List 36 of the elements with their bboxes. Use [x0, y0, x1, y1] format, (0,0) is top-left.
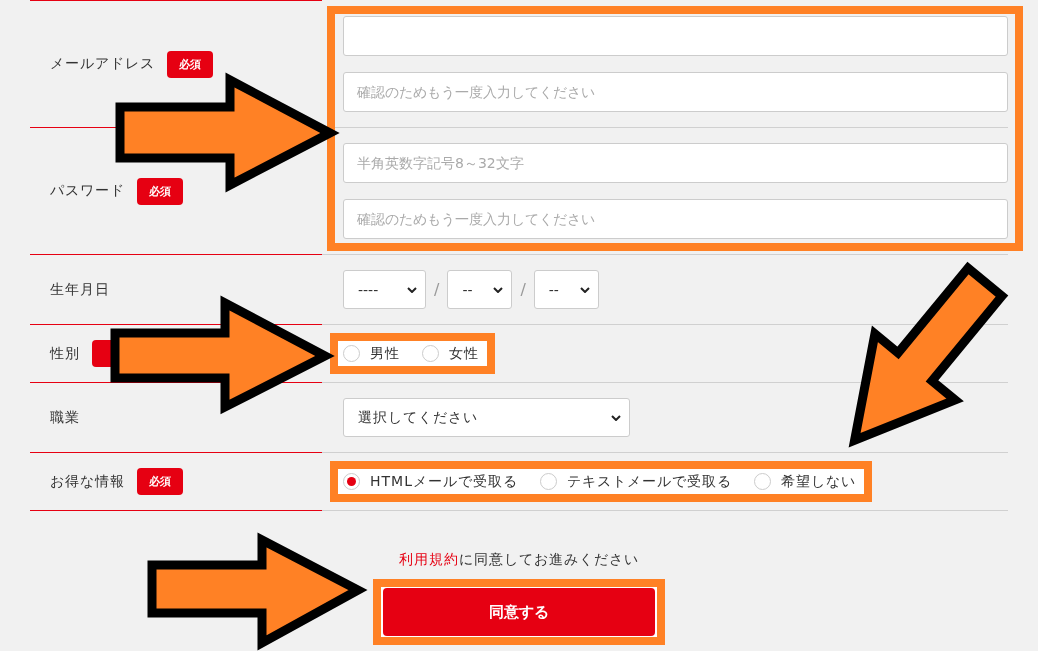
input-field[interactable]: 半角英数字記号8～32文字: [343, 143, 1008, 183]
radio-button[interactable]: [343, 345, 360, 362]
radio-button[interactable]: [422, 345, 439, 362]
field-label: パスワード: [50, 182, 125, 200]
required-badge: 必須: [137, 468, 183, 495]
agree-button[interactable]: 同意する: [383, 588, 655, 636]
radio-button[interactable]: [343, 473, 360, 490]
radio-button[interactable]: [539, 473, 557, 490]
dropdown[interactable]: --: [447, 270, 513, 309]
field-label: 生年月日: [50, 280, 110, 299]
chevron-icon: [407, 286, 417, 293]
input-field[interactable]: 確認のためもう一度入力してください: [343, 72, 1008, 112]
terms-text: 利用規約 に同意してお進みください: [398, 551, 640, 569]
dropdown[interactable]: ----: [343, 270, 426, 309]
field-label: お得な情報: [50, 472, 125, 491]
terms-link[interactable]: 利用規約: [399, 551, 459, 567]
date-separator: /: [520, 280, 526, 299]
required-badge: 必須: [167, 50, 213, 78]
input-field[interactable]: [343, 16, 1008, 56]
dropdown[interactable]: 選択してください: [343, 398, 630, 437]
field-label: 性別: [50, 344, 80, 363]
field-label: 職業: [50, 408, 80, 427]
dropdown[interactable]: --: [533, 270, 599, 309]
radio-label[interactable]: テキストメールで受取る: [566, 472, 732, 491]
input-field[interactable]: 確認のためもう一度入力してください: [343, 199, 1008, 239]
chevron-icon: [579, 286, 590, 293]
radio-label[interactable]: 希望しない: [780, 472, 856, 491]
chevron-icon: [493, 286, 504, 293]
radio-label[interactable]: 女性: [449, 344, 479, 363]
radio-button[interactable]: [753, 473, 771, 490]
radio-label[interactable]: HTMLメールで受取る: [370, 472, 518, 491]
date-separator: /: [434, 280, 440, 299]
field-label: メールアドレス: [50, 55, 155, 73]
required-badge: 必須: [137, 177, 183, 205]
chevron-icon: [611, 414, 621, 421]
radio-label[interactable]: 男性: [370, 344, 400, 363]
